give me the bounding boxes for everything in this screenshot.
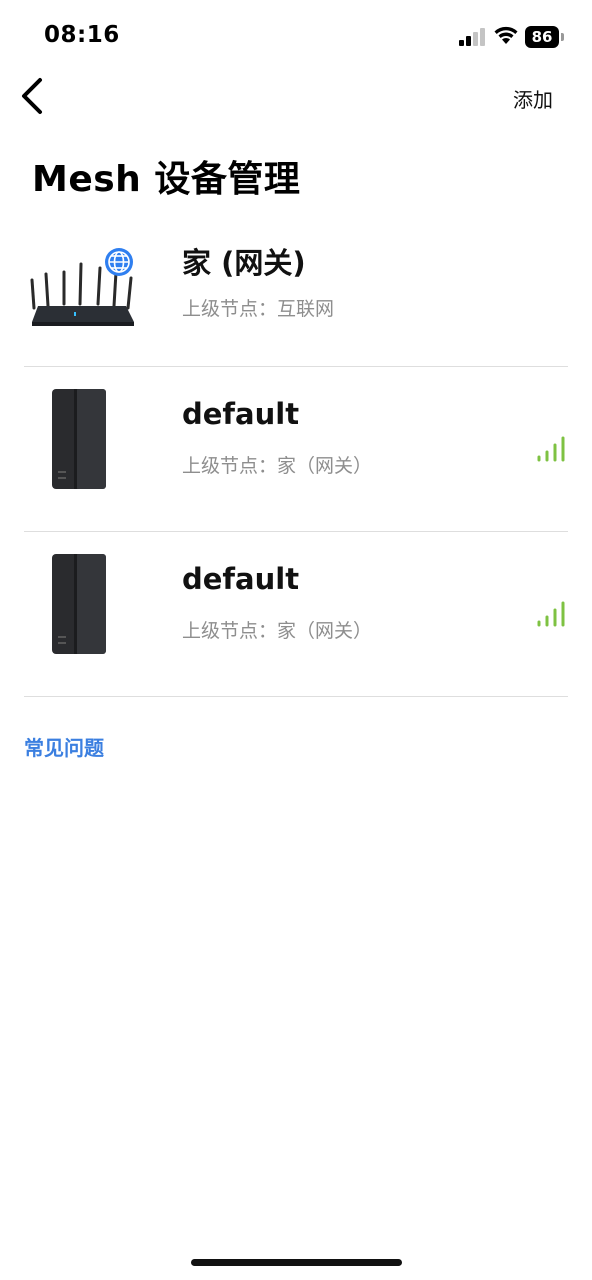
wifi-icon (494, 26, 518, 44)
signal-strength-icon (537, 436, 565, 462)
device-list: 家 (网关) 上级节点：互联网 default 上级节点：家（网关） defau… (24, 210, 568, 697)
add-button[interactable]: 添加 (513, 84, 553, 113)
device-name: default (182, 562, 300, 596)
device-row-gateway[interactable]: 家 (网关) 上级节点：互联网 (24, 210, 568, 367)
status-time: 08:16 (44, 22, 120, 48)
signal-strength-icon (537, 601, 565, 627)
battery-icon: 86 (525, 26, 565, 48)
device-parent-node: 上级节点：家（网关） (182, 620, 373, 642)
cellular-signal-icon (459, 28, 485, 46)
mesh-node-image (52, 554, 106, 654)
device-parent-node: 上级节点：家（网关） (182, 455, 373, 477)
mesh-node-image (52, 389, 106, 489)
faq-link[interactable]: 常见问题 (24, 732, 104, 761)
device-name: default (182, 397, 300, 431)
device-row-node[interactable]: default 上级节点：家（网关） (24, 532, 568, 697)
router-image (30, 248, 134, 326)
back-icon[interactable] (18, 76, 46, 116)
page-title: Mesh 设备管理 (32, 159, 301, 200)
home-indicator[interactable] (191, 1259, 402, 1266)
device-parent-node: 上级节点：互联网 (182, 298, 335, 320)
battery-level: 86 (525, 26, 559, 48)
device-row-node[interactable]: default 上级节点：家（网关） (24, 367, 568, 532)
device-name: 家 (网关) (182, 246, 306, 280)
